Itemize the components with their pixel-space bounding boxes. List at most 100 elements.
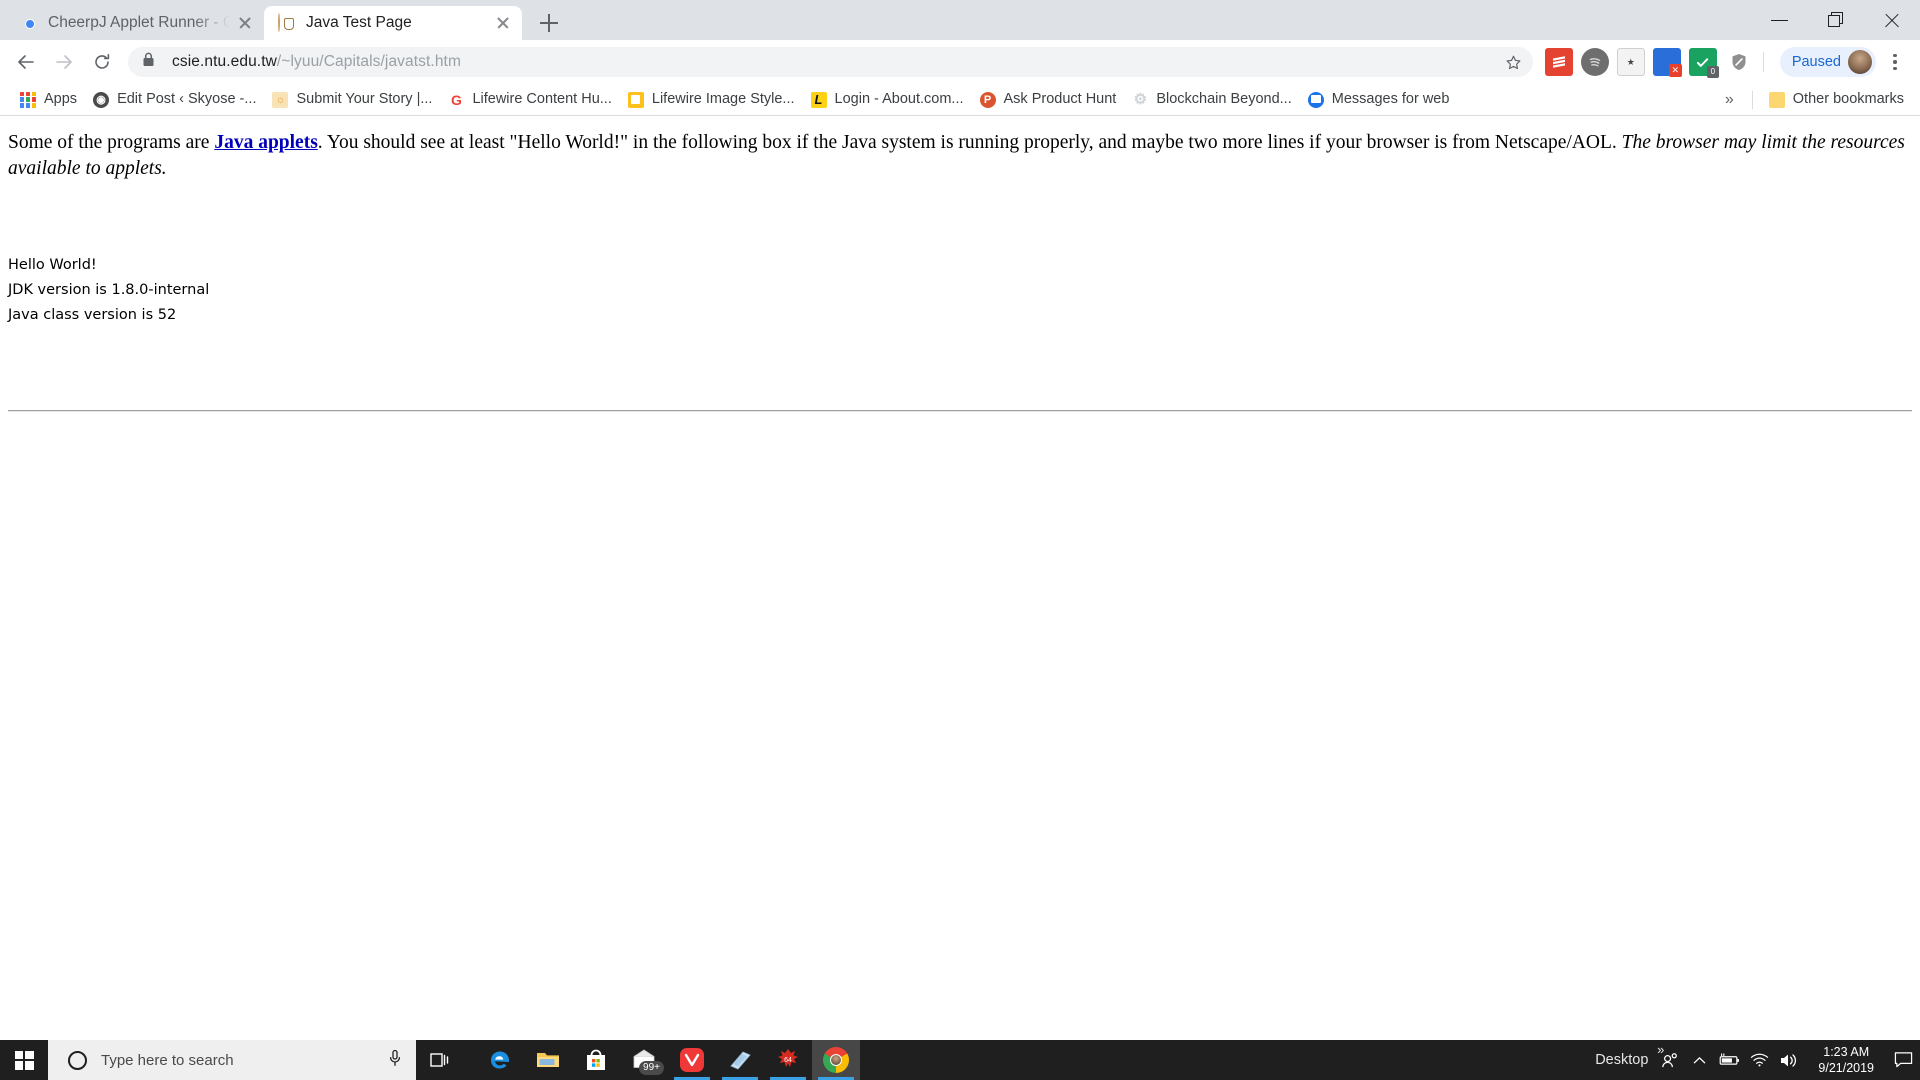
desktop-peek-label[interactable]: Desktop » xyxy=(1595,1042,1664,1068)
taskbar-app-microsoft-store[interactable] xyxy=(572,1040,620,1080)
maximize-icon[interactable] xyxy=(1808,0,1864,40)
bookmarks-bar: Apps ◉ Edit Post ‹ Skyose -... ☼ Submit … xyxy=(0,84,1920,116)
lifewire-l-icon: L xyxy=(810,91,827,108)
taskbar-app-mail[interactable]: 99+ xyxy=(620,1040,668,1080)
evernote-web-clipper-extension-icon[interactable]: ★ xyxy=(1616,48,1645,76)
gear-icon: ⚙ xyxy=(1133,90,1148,108)
todoist-extension-icon[interactable] xyxy=(1544,48,1573,76)
tab-strip: CheerpJ Applet Runner - Chrome Java Test… xyxy=(0,0,1920,40)
volume-icon[interactable] xyxy=(1774,1040,1804,1080)
vivaldi-icon xyxy=(679,1047,705,1073)
file-explorer-icon xyxy=(535,1047,561,1073)
bookmarks-overflow-icon[interactable]: » xyxy=(1715,91,1744,109)
clock-date: 9/21/2019 xyxy=(1818,1061,1874,1075)
taskbar-app-file-explorer[interactable] xyxy=(524,1040,572,1080)
windows-taskbar: Type here to search 99+ 64 Desktop » 1:2… xyxy=(0,1040,1920,1080)
java-applets-link[interactable]: Java applets xyxy=(214,132,317,153)
bookmark-lifewire-content-hub[interactable]: G Lifewire Content Hu... xyxy=(440,87,619,113)
close-icon[interactable] xyxy=(1864,0,1920,40)
url-path: /~lyuu/Capitals/javatst.htm xyxy=(276,53,461,70)
chrome-browser-window: CheerpJ Applet Runner - Chrome Java Test… xyxy=(0,0,1920,1040)
applet-output-line: JDK version is 1.8.0-internal xyxy=(8,282,210,298)
taskbar-app-google-chrome[interactable] xyxy=(812,1040,860,1080)
chrome-icon xyxy=(823,1047,849,1073)
start-button[interactable] xyxy=(0,1040,48,1080)
clock[interactable]: 1:23 AM 9/21/2019 xyxy=(1804,1044,1886,1076)
bookmark-label: Blockchain Beyond... xyxy=(1156,91,1292,108)
bookmark-messages-for-web[interactable]: Messages for web xyxy=(1300,87,1458,113)
bookmark-submit-your-story[interactable]: ☼ Submit Your Story |... xyxy=(264,87,440,113)
clock-time: 1:23 AM xyxy=(1823,1045,1870,1059)
messages-icon xyxy=(1307,91,1324,108)
extension-glyph: ★ xyxy=(1626,56,1635,67)
windows-logo-icon xyxy=(14,1050,34,1070)
spotify-extension-icon[interactable] xyxy=(1580,48,1609,76)
forward-icon[interactable] xyxy=(46,44,82,80)
adblock-extension-icon[interactable] xyxy=(1725,48,1753,76)
wifi-icon[interactable] xyxy=(1744,1040,1774,1080)
photos-icon xyxy=(727,1047,753,1073)
applet-output: Hello World! JDK version is 1.8.0-intern… xyxy=(8,253,209,328)
bookmark-blockchain-beyond[interactable]: ⚙ Blockchain Beyond... xyxy=(1124,87,1299,113)
taskbar-app-microsoft-edge[interactable] xyxy=(476,1040,524,1080)
bookmark-label: Lifewire Image Style... xyxy=(651,91,795,108)
toolbar-divider xyxy=(1762,52,1764,72)
search-placeholder: Type here to search xyxy=(101,1051,234,1069)
applet-output-line: Java class version is 52 xyxy=(8,307,177,323)
java-duke-icon: 64 xyxy=(775,1047,801,1073)
paragraph-text-before-link: Some of the programs are xyxy=(8,132,215,153)
grammarly-extension-icon[interactable]: ✕ xyxy=(1652,48,1682,77)
taskbar-app-java-applet-runner[interactable]: 64 xyxy=(764,1040,812,1080)
minimize-icon[interactable] xyxy=(1752,0,1808,40)
action-center-icon[interactable] xyxy=(1886,1040,1920,1080)
lock-icon xyxy=(142,52,160,72)
close-icon[interactable] xyxy=(494,14,512,32)
svg-text:64: 64 xyxy=(784,1057,792,1064)
close-icon[interactable] xyxy=(236,14,254,32)
bookmark-lifewire-image-style[interactable]: Lifewire Image Style... xyxy=(620,87,803,113)
tab-title: CheerpJ Applet Runner - Chrome xyxy=(48,14,230,31)
browser-toolbar: csie.ntu.edu.tw/~lyuu/Capitals/javatst.h… xyxy=(0,40,1920,84)
bookmark-other-bookmarks[interactable]: Other bookmarks xyxy=(1761,87,1912,113)
battery-charging-icon[interactable] xyxy=(1714,1040,1744,1080)
folder-icon xyxy=(1768,91,1785,108)
reload-icon[interactable] xyxy=(84,44,120,80)
bookmark-label: Apps xyxy=(44,91,78,108)
applet-output-line: Hello World! xyxy=(8,257,97,273)
cortana-icon xyxy=(68,1050,87,1070)
mail-badge: 99+ xyxy=(639,1061,664,1075)
bookmark-label: Lifewire Content Hu... xyxy=(472,91,612,108)
bookmark-ask-product-hunt[interactable]: P Ask Product Hunt xyxy=(972,87,1125,113)
window-controls xyxy=(1752,0,1920,40)
task-view-icon[interactable] xyxy=(416,1040,464,1080)
bookmark-label: Messages for web xyxy=(1331,91,1450,108)
page-intro-paragraph: Some of the programs are Java applets. Y… xyxy=(0,118,1920,182)
tab-java-test-page[interactable]: Java Test Page xyxy=(264,6,522,40)
bookmark-star-icon[interactable] xyxy=(1501,49,1527,75)
show-hidden-icons-chevron-icon[interactable] xyxy=(1684,1040,1714,1080)
profile-paused-button[interactable]: Paused xyxy=(1779,47,1876,77)
new-tab-button[interactable] xyxy=(532,8,566,38)
microphone-icon[interactable] xyxy=(388,1049,404,1072)
taskbar-app-list: 99+ 64 xyxy=(476,1040,860,1080)
taskbar-app-photos[interactable] xyxy=(716,1040,764,1080)
bookmark-login-about-com[interactable]: L Login - About.com... xyxy=(803,87,972,113)
tab-cheerpj-applet-runner[interactable]: CheerpJ Applet Runner - Chrome xyxy=(6,6,264,40)
store-icon xyxy=(583,1047,609,1073)
search-input[interactable]: Type here to search xyxy=(48,1040,416,1080)
horizontal-rule xyxy=(8,410,1912,412)
chrome-menu-icon[interactable] xyxy=(1880,47,1910,77)
bookmark-edit-post-skyose[interactable]: ◉ Edit Post ‹ Skyose -... xyxy=(85,87,264,113)
lastpass-extension-icon[interactable]: 0 xyxy=(1688,48,1719,78)
bookmark-label: Other bookmarks xyxy=(1792,91,1904,108)
bookmark-label: Edit Post ‹ Skyose -... xyxy=(117,91,257,108)
mail-icon: 99+ xyxy=(631,1047,664,1075)
back-icon[interactable] xyxy=(8,44,44,80)
sunrise-icon: ☼ xyxy=(272,91,289,108)
taskbar-app-vivaldi[interactable] xyxy=(668,1040,716,1080)
address-bar[interactable]: csie.ntu.edu.tw/~lyuu/Capitals/javatst.h… xyxy=(128,47,1533,77)
bookmark-apps[interactable]: Apps xyxy=(12,87,85,113)
extension-badge: 0 xyxy=(1706,66,1719,78)
tray-overflow-icon[interactable]: » xyxy=(1657,1042,1664,1057)
chrome-icon xyxy=(20,14,38,32)
